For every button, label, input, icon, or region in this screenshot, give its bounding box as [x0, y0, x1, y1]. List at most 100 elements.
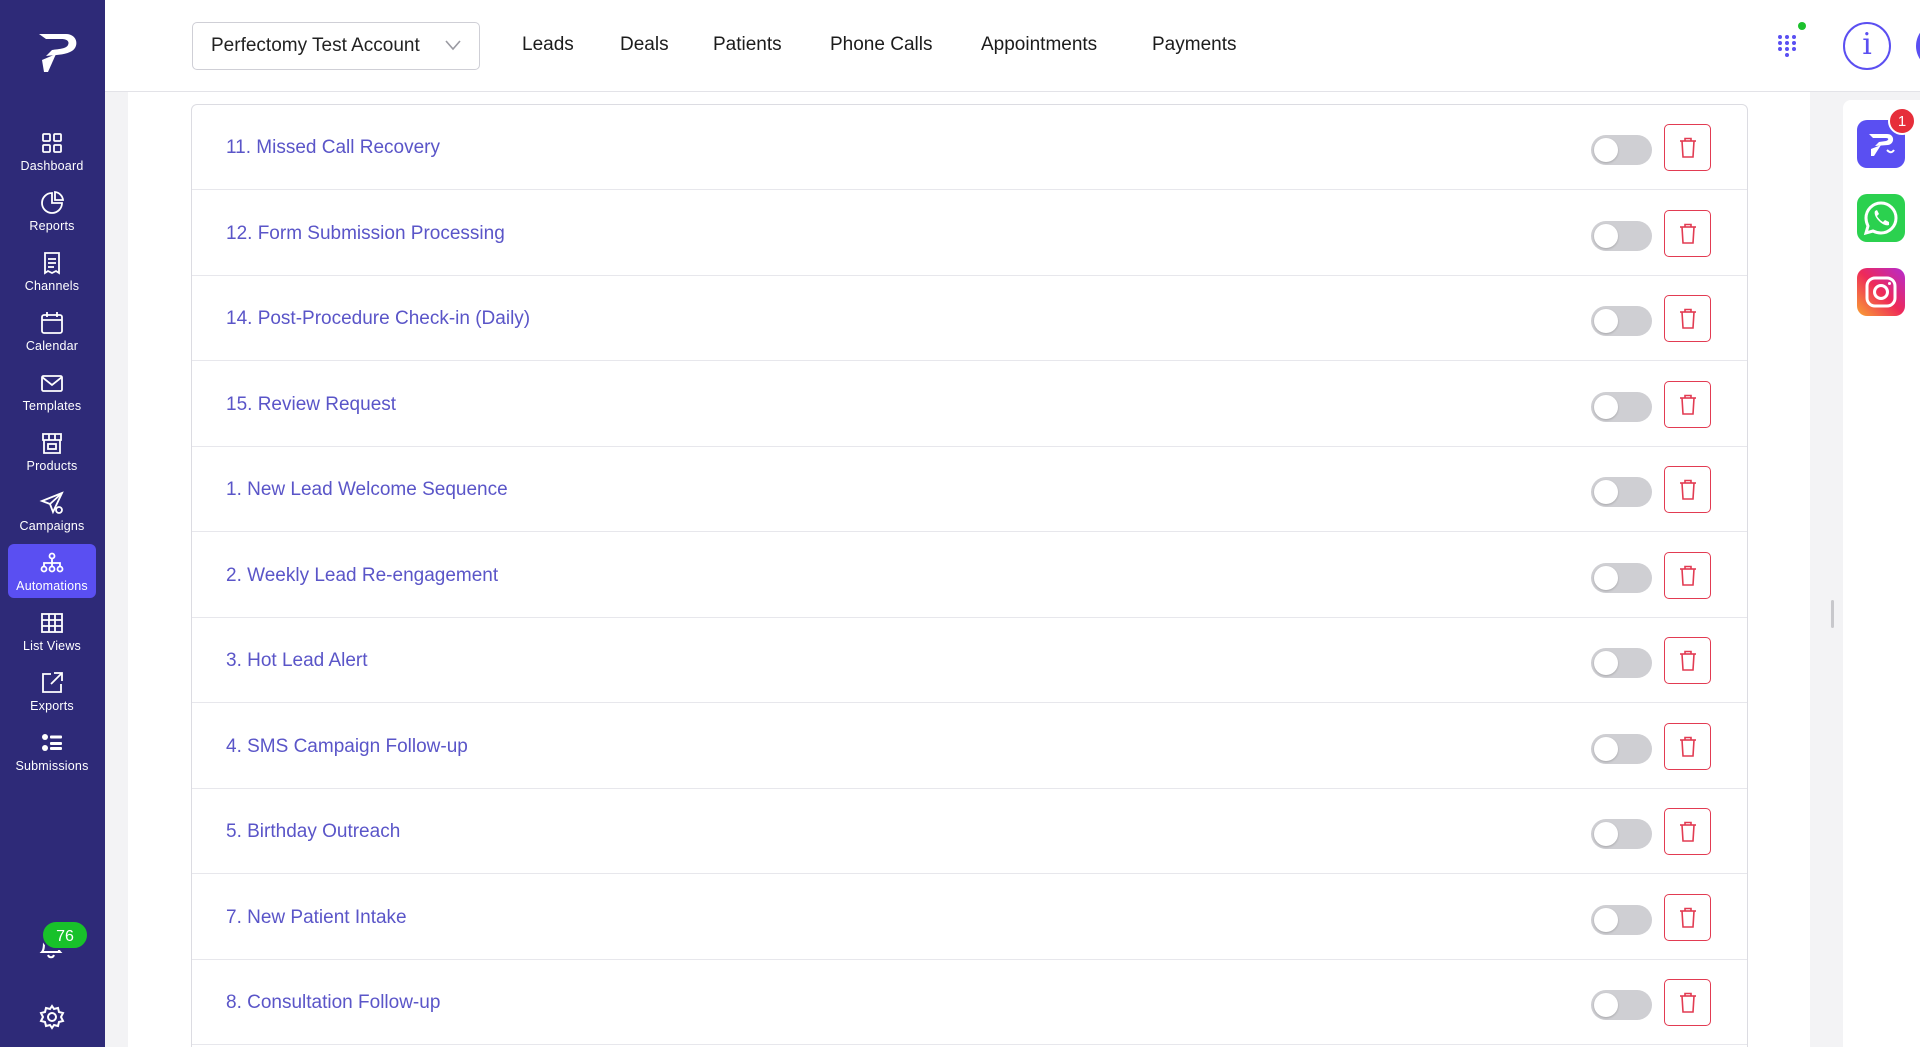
toggle-knob	[1594, 736, 1618, 761]
toggle-knob	[1594, 138, 1618, 162]
search-button[interactable]	[1916, 22, 1920, 70]
delete-automation-button[interactable]	[1664, 722, 1711, 770]
automation-enable-toggle[interactable]	[1591, 648, 1652, 678]
right-rail: 1	[1843, 100, 1920, 1047]
hierarchy-icon	[40, 552, 64, 573]
sidebar-item-label: Campaigns	[19, 519, 85, 533]
trash-icon	[1680, 992, 1696, 1013]
automation-enable-toggle[interactable]	[1591, 819, 1652, 849]
main-content: 11. Missed Call Recovery 12. Form Submiss…	[128, 92, 1810, 1047]
automation-enable-toggle[interactable]	[1591, 306, 1652, 336]
sidebar-item-automations[interactable]: Automations	[8, 544, 96, 598]
nav-payments[interactable]: Payments	[1152, 34, 1236, 56]
sidebar-item-dashboard[interactable]: Dashboard	[8, 124, 96, 178]
toggle-knob	[1594, 993, 1618, 1017]
calendar-icon	[41, 312, 63, 334]
automation-enable-toggle[interactable]	[1591, 477, 1652, 507]
trash-icon	[1680, 650, 1696, 671]
sidebar-item-templates[interactable]: Templates	[8, 364, 96, 418]
delete-automation-button[interactable]	[1664, 380, 1711, 428]
automation-title[interactable]: 8. Consultation Follow-up	[226, 992, 440, 1014]
automation-title[interactable]: 5. Birthday Outreach	[226, 821, 400, 843]
notification-count-badge: 76	[41, 920, 89, 950]
automation-enable-toggle[interactable]	[1591, 733, 1652, 764]
delete-automation-button[interactable]	[1664, 979, 1711, 1026]
trash-icon	[1680, 565, 1696, 586]
toggle-knob	[1594, 651, 1618, 675]
nav-leads[interactable]: Leads	[522, 34, 574, 56]
sidebar-item-calendar[interactable]: Calendar	[8, 304, 96, 358]
nav-deals[interactable]: Deals	[620, 34, 669, 56]
info-button[interactable]: i	[1843, 22, 1891, 70]
sidebar-item-label: Calendar	[25, 339, 79, 353]
grid-icon	[42, 133, 62, 153]
sidebar-item-label: Reports	[29, 219, 75, 233]
nav-patients[interactable]: Patients	[713, 34, 782, 56]
automation-row: 15. Review Request	[192, 362, 1747, 447]
toggle-knob	[1594, 309, 1618, 333]
delete-automation-button[interactable]	[1664, 637, 1711, 684]
automation-title[interactable]: 7. New Patient Intake	[226, 907, 407, 929]
sidebar-item-label: List Views	[22, 639, 82, 653]
sidebar-item-products[interactable]: Products	[8, 424, 96, 478]
checklist-icon	[42, 734, 62, 751]
export-icon	[42, 672, 63, 693]
delete-automation-button[interactable]	[1664, 209, 1711, 257]
toggle-knob	[1594, 394, 1618, 419]
gear-icon[interactable]	[38, 1003, 66, 1031]
automation-enable-toggle[interactable]	[1591, 562, 1652, 593]
sidebar-item-list-views[interactable]: List Views	[8, 604, 96, 658]
delete-automation-button[interactable]	[1664, 893, 1711, 941]
automation-title[interactable]: 14. Post-Procedure Check-in (Daily)	[226, 308, 530, 330]
trash-icon	[1680, 308, 1696, 329]
paper-plane-icon	[39, 491, 64, 515]
instagram-icon	[1865, 276, 1897, 308]
sidebar-item-label: Templates	[22, 399, 82, 413]
automation-title[interactable]: 11. Missed Call Recovery	[226, 137, 440, 159]
sidebar-item-label: Submissions	[15, 759, 89, 773]
perfectomy-logo-icon[interactable]	[36, 30, 82, 74]
trash-icon	[1680, 137, 1696, 158]
automation-enable-toggle[interactable]	[1591, 220, 1652, 251]
scrollbar[interactable]	[1831, 600, 1834, 628]
automation-enable-toggle[interactable]	[1591, 391, 1652, 422]
automation-enable-toggle[interactable]	[1591, 904, 1652, 935]
toggle-knob	[1594, 907, 1618, 932]
automation-title[interactable]: 3. Hot Lead Alert	[226, 650, 368, 672]
sidebar-item-reports[interactable]: Reports	[8, 184, 96, 238]
automation-list: 11. Missed Call Recovery 12. Form Submiss…	[191, 104, 1748, 1047]
account-selector-label: Perfectomy Test Account	[211, 35, 420, 56]
automation-title[interactable]: 1. New Lead Welcome Sequence	[226, 479, 508, 501]
top-bar: Perfectomy Test Account Leads Deals Pati…	[105, 0, 1920, 92]
whatsapp-icon	[1863, 201, 1898, 236]
sidebar-item-campaigns[interactable]: Campaigns	[8, 484, 96, 538]
sidebar-item-label: Automations	[16, 579, 88, 593]
automation-enable-toggle[interactable]	[1591, 135, 1652, 165]
nav-phone-calls[interactable]: Phone Calls	[830, 34, 932, 56]
sidebar-item-channels[interactable]: Channels	[8, 244, 96, 298]
automation-title[interactable]: 12. Form Submission Processing	[226, 223, 505, 245]
dialpad-icon[interactable]	[1777, 34, 1797, 58]
delete-automation-button[interactable]	[1664, 551, 1711, 599]
automation-title[interactable]: 2. Weekly Lead Re-engagement	[226, 565, 498, 587]
delete-automation-button[interactable]	[1664, 466, 1711, 513]
account-selector[interactable]: Perfectomy Test Account	[192, 22, 480, 70]
sidebar-item-label: Exports	[30, 699, 74, 713]
automation-title[interactable]: 15. Review Request	[226, 394, 396, 416]
automation-enable-toggle[interactable]	[1591, 990, 1652, 1020]
instagram-button[interactable]	[1857, 268, 1905, 316]
whatsapp-button[interactable]	[1857, 194, 1905, 242]
nav-appointments[interactable]: Appointments	[981, 34, 1097, 56]
automation-row: 2. Weekly Lead Re-engagement	[192, 533, 1747, 618]
automation-row: 7. New Patient Intake	[192, 875, 1747, 960]
delete-automation-button[interactable]	[1664, 808, 1711, 855]
sidebar-item-label: Products	[26, 459, 78, 473]
sidebar-item-exports[interactable]: Exports	[8, 664, 96, 718]
store-icon	[42, 433, 62, 454]
automation-row: 12. Form Submission Processing	[192, 191, 1747, 276]
sidebar-item-submissions[interactable]: Submissions	[8, 724, 96, 778]
automation-title[interactable]: 4. SMS Campaign Follow-up	[226, 736, 468, 758]
delete-automation-button[interactable]	[1664, 124, 1711, 171]
trash-icon	[1680, 907, 1696, 928]
delete-automation-button[interactable]	[1664, 295, 1711, 342]
